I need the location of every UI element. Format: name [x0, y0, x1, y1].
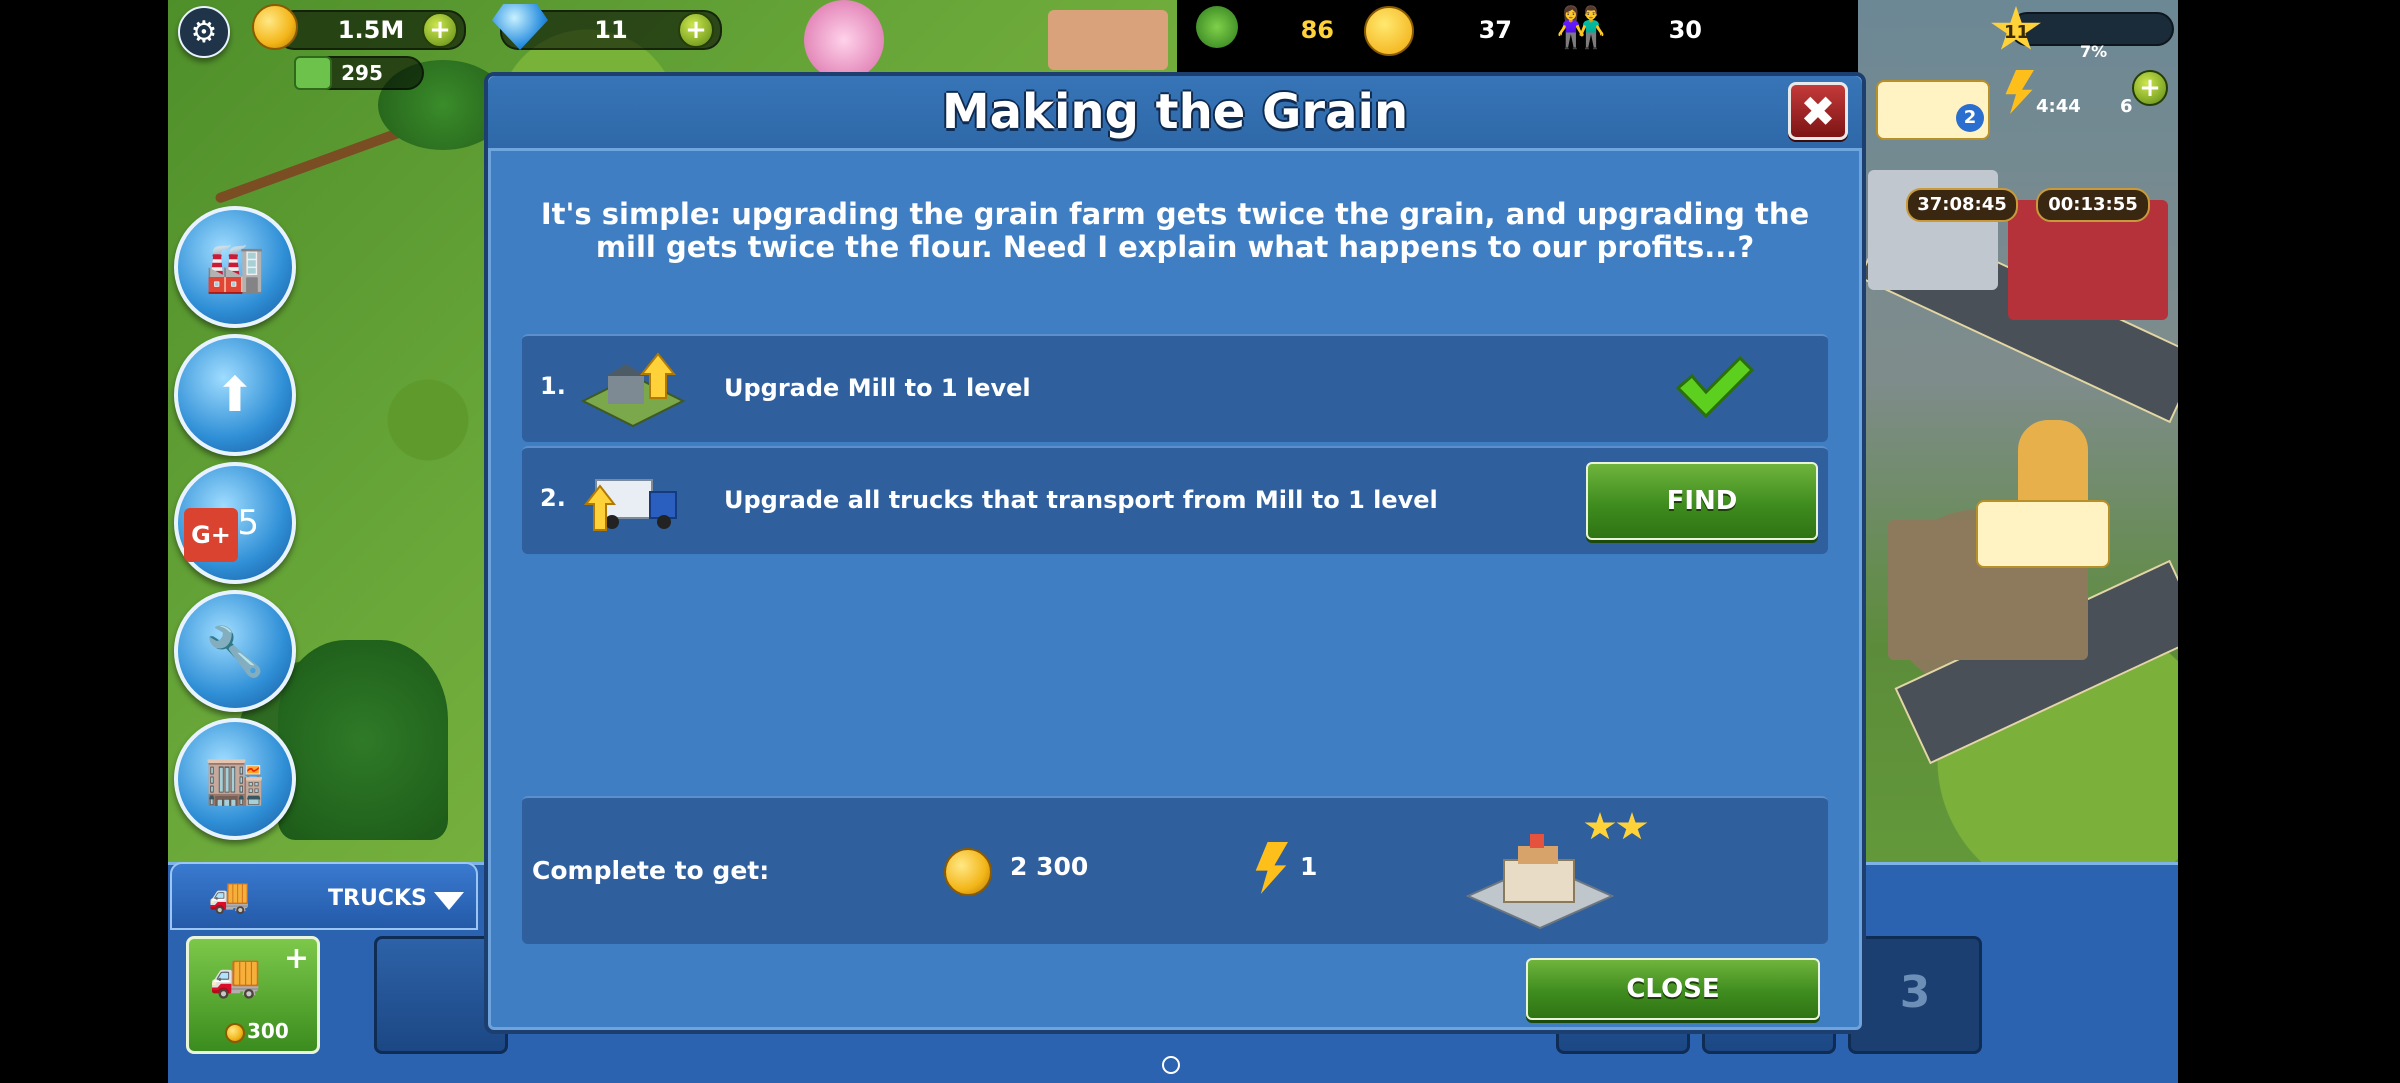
coins-value: 1.5M — [337, 16, 405, 44]
population-value: 30 — [1668, 16, 1702, 44]
quest-dialog: Making the Grain ✖ It's simple: upgradin… — [484, 72, 1866, 1034]
plus-icon: + — [283, 941, 309, 976]
energy-bolt-icon — [1255, 842, 1288, 894]
trucks-tab-label: TRUCKS — [328, 886, 427, 911]
tree-cluster — [278, 640, 448, 840]
find-button[interactable]: FIND — [1586, 462, 1818, 540]
star-icon — [1616, 812, 1648, 840]
buy-truck-button[interactable]: 🚚 + 300 — [186, 936, 320, 1054]
task-text: Upgrade all trucks that transport from M… — [724, 486, 1438, 514]
level-progress-bar — [2010, 12, 2174, 46]
task-row: 1. Upgrade Mill to 1 level — [522, 334, 1828, 442]
trees-value: 86 — [1300, 16, 1334, 44]
close-button[interactable]: CLOSE — [1526, 958, 1820, 1020]
energy-timer: 4:44 — [2036, 96, 2081, 117]
happiness-value: 37 — [1478, 16, 1512, 44]
building — [1048, 10, 1168, 70]
dialog-title: Making the Grain — [941, 84, 1409, 140]
slot-number: 3 — [1899, 967, 1931, 1018]
truck-icon: 🚚 — [208, 876, 251, 916]
price-coin-icon — [225, 1023, 245, 1043]
tree-icon — [1196, 6, 1238, 48]
task-number: 1. — [540, 372, 566, 400]
task-number: 2. — [540, 484, 566, 512]
truck-upgrade-icon — [578, 458, 688, 544]
storage-tank — [2018, 420, 2088, 510]
mill-upgrade-icon — [578, 346, 688, 432]
truck-arrow-notice-2[interactable] — [1976, 500, 2110, 568]
settings-button[interactable]: ⚙ — [178, 6, 230, 58]
tools-button[interactable]: 🔧 — [174, 590, 296, 712]
trucks-tab[interactable]: 🚚 TRUCKS — [170, 862, 478, 930]
gems-value: 11 — [594, 16, 628, 44]
level-progress-text: 7% — [2080, 42, 2108, 61]
dialog-description: It's simple: upgrading the grain farm ge… — [540, 197, 1810, 264]
check-icon — [1674, 354, 1755, 420]
task-row: 2. Upgrade all trucks that transport fro… — [522, 446, 1828, 554]
reward-panel: Complete to get: 2 300 1 — [522, 796, 1828, 944]
farm-building-button[interactable]: 🏭 — [174, 206, 296, 328]
timer-2-value: 00:13:55 — [2048, 194, 2138, 215]
reward-coins-value: 2 300 — [1010, 852, 1089, 881]
smiley-icon — [1364, 6, 1414, 56]
add-coins-button[interactable]: + — [422, 12, 458, 48]
energy-count: 6 — [2120, 96, 2133, 117]
reward-building-icon — [1460, 824, 1620, 934]
buy-truck-price: 300 — [247, 1019, 289, 1043]
add-energy-button[interactable]: + — [2132, 70, 2168, 106]
shop-building-button[interactable]: 🏬 — [174, 718, 296, 840]
timer-badge-1: 37:08:45 — [1906, 188, 2018, 222]
coin-icon — [944, 848, 992, 896]
task-text: Upgrade Mill to 1 level — [724, 374, 1031, 402]
truck-notice-badge: 2 — [1956, 104, 1984, 132]
people-icon: 👫 — [1556, 5, 1606, 51]
cash-value: 295 — [341, 61, 383, 85]
reward-energy-value: 1 — [1300, 852, 1318, 881]
cash-icon — [294, 56, 332, 90]
timer-1-value: 37:08:45 — [1917, 194, 2007, 215]
google-plus-icon: G+ — [184, 508, 238, 562]
reward-label: Complete to get: — [532, 856, 770, 885]
close-icon-button[interactable]: ✖ — [1788, 82, 1848, 140]
add-gems-button[interactable]: + — [678, 12, 714, 48]
truck-slot-card-locked[interactable]: 3 — [1848, 936, 1982, 1054]
add-truck-icon: 🚚 — [209, 951, 262, 1000]
timer-badge-2: 00:13:55 — [2036, 188, 2150, 222]
page-indicator-dot — [1162, 1056, 1180, 1074]
coins-icon — [252, 4, 298, 50]
level-value: 11 — [2004, 22, 2030, 43]
ferris-wheel — [804, 0, 884, 80]
upgrade-building-button[interactable]: ⬆ — [174, 334, 296, 456]
chevron-down-icon — [434, 892, 464, 910]
dialog-header: Making the Grain ✖ — [488, 76, 1862, 151]
